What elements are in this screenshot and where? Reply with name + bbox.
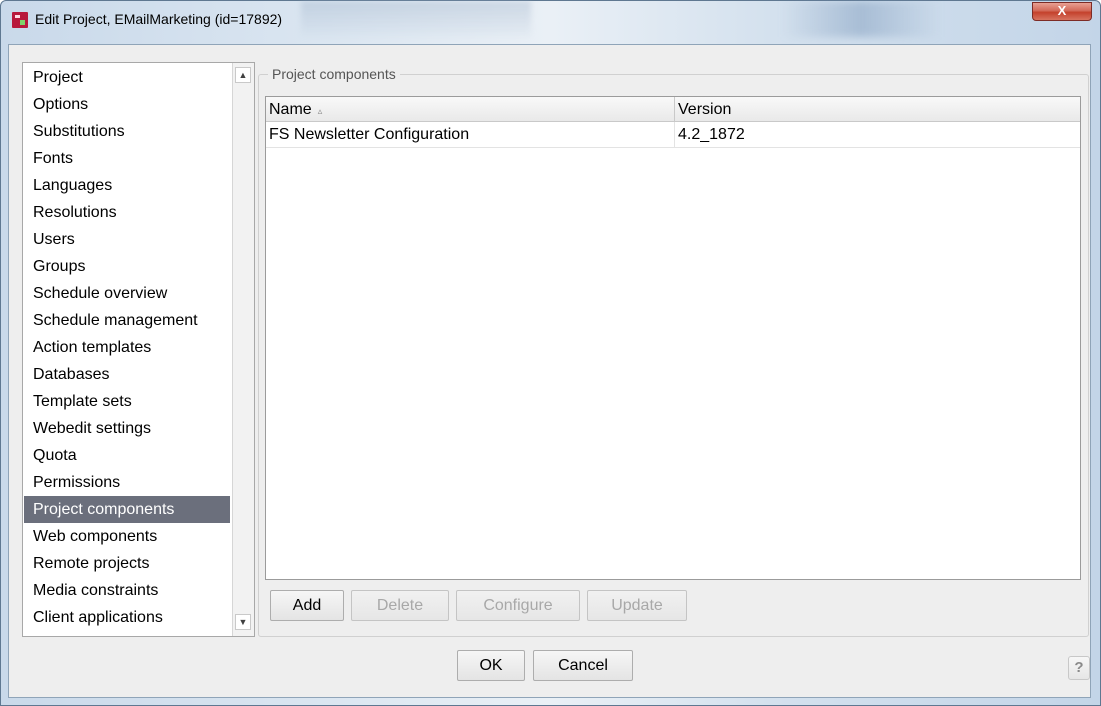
nav-item-substitutions[interactable]: Substitutions bbox=[24, 118, 230, 145]
close-button[interactable]: X bbox=[1032, 2, 1092, 21]
ok-button[interactable]: OK bbox=[457, 650, 525, 681]
cancel-button[interactable]: Cancel bbox=[533, 650, 633, 681]
column-header-name-label: Name bbox=[269, 101, 312, 118]
sort-ascending-icon: ▵ bbox=[317, 106, 323, 116]
nav-item-template-sets[interactable]: Template sets bbox=[24, 388, 230, 415]
nav-item-fonts[interactable]: Fonts bbox=[24, 145, 230, 172]
close-icon: X bbox=[1057, 3, 1067, 18]
add-button[interactable]: Add bbox=[270, 590, 344, 621]
nav-item-groups[interactable]: Groups bbox=[24, 253, 230, 280]
cell-component-name: FS Newsletter Configuration bbox=[269, 126, 470, 143]
app-icon bbox=[12, 12, 28, 28]
table-row[interactable]: FS Newsletter Configuration 4.2_1872 bbox=[266, 122, 1080, 148]
chevron-up-icon: ▲ bbox=[238, 70, 248, 80]
settings-nav-list[interactable]: Project Options Substitutions Fonts Lang… bbox=[22, 62, 255, 637]
title-bar-background-blur bbox=[301, 1, 531, 37]
nav-item-media-constraints[interactable]: Media constraints bbox=[24, 577, 230, 604]
nav-item-action-templates[interactable]: Action templates bbox=[24, 334, 230, 361]
nav-item-schedule-management[interactable]: Schedule management bbox=[24, 307, 230, 334]
configure-button[interactable]: Configure bbox=[456, 590, 580, 621]
group-title: Project components bbox=[268, 66, 400, 82]
column-header-name[interactable]: Name ▵ bbox=[266, 97, 674, 121]
scroll-up-button[interactable]: ▲ bbox=[235, 67, 251, 83]
cell-component-version: 4.2_1872 bbox=[678, 126, 745, 143]
help-icon: ? bbox=[1074, 659, 1084, 676]
delete-button[interactable]: Delete bbox=[351, 590, 449, 621]
table-header: Name ▵ Version bbox=[266, 97, 1080, 122]
help-button[interactable]: ? bbox=[1068, 656, 1090, 680]
nav-item-client-applications[interactable]: Client applications bbox=[24, 604, 230, 631]
nav-item-project[interactable]: Project bbox=[24, 64, 230, 91]
title-bar-background-blur-right bbox=[781, 1, 941, 37]
column-header-version[interactable]: Version bbox=[675, 97, 1080, 121]
nav-item-schedule-overview[interactable]: Schedule overview bbox=[24, 280, 230, 307]
nav-item-options[interactable]: Options bbox=[24, 91, 230, 118]
window-title: Edit Project, EMailMarketing (id=17892) bbox=[35, 11, 283, 27]
nav-item-databases[interactable]: Databases bbox=[24, 361, 230, 388]
nav-item-permissions[interactable]: Permissions bbox=[24, 469, 230, 496]
scroll-down-button[interactable]: ▼ bbox=[235, 614, 251, 630]
nav-scrollbar[interactable]: ▲ ▼ bbox=[232, 63, 254, 636]
components-table[interactable]: Name ▵ Version FS Newsletter Configuratio… bbox=[265, 96, 1081, 580]
nav-item-resolutions[interactable]: Resolutions bbox=[24, 199, 230, 226]
title-bar[interactable]: Edit Project, EMailMarketing (id=17892) … bbox=[1, 1, 1100, 37]
nav-item-users[interactable]: Users bbox=[24, 226, 230, 253]
update-button[interactable]: Update bbox=[587, 590, 687, 621]
nav-item-remote-projects[interactable]: Remote projects bbox=[24, 550, 230, 577]
nav-item-web-components[interactable]: Web components bbox=[24, 523, 230, 550]
nav-item-webedit-settings[interactable]: Webedit settings bbox=[24, 415, 230, 442]
nav-item-languages[interactable]: Languages bbox=[24, 172, 230, 199]
nav-item-quota[interactable]: Quota bbox=[24, 442, 230, 469]
nav-item-project-components[interactable]: Project components bbox=[24, 496, 230, 523]
chevron-down-icon: ▼ bbox=[238, 617, 248, 627]
